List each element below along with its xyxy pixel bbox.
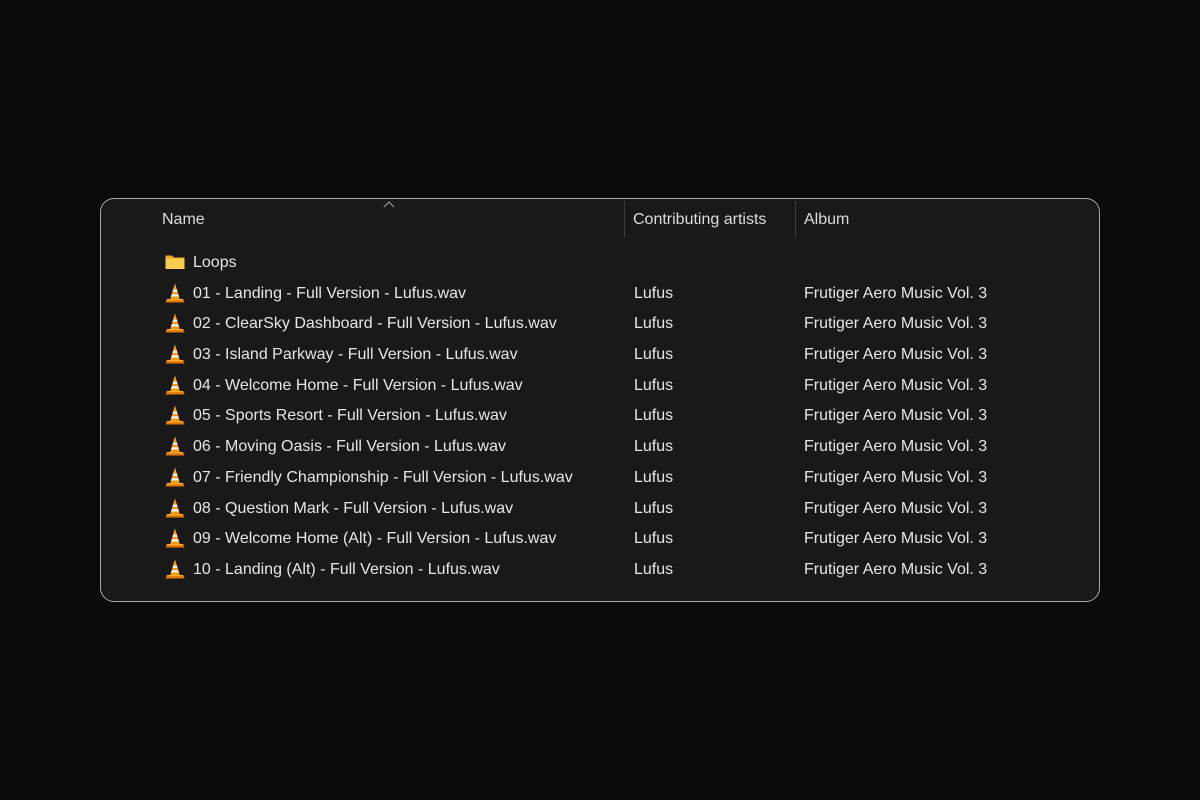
vlc-cone-icon — [165, 436, 185, 456]
column-divider[interactable] — [624, 201, 625, 237]
folder-name: Loops — [193, 254, 237, 271]
file-name: 02 - ClearSky Dashboard - Full Version -… — [193, 315, 557, 333]
file-row[interactable]: 02 - ClearSky Dashboard - Full Version -… — [101, 308, 1099, 339]
file-album: Frutiger Aero Music Vol. 3 — [804, 346, 988, 364]
column-divider[interactable] — [795, 201, 796, 237]
file-album: Frutiger Aero Music Vol. 3 — [804, 376, 988, 394]
file-row[interactable]: 08 - Question Mark - Full Version - Lufu… — [101, 493, 1099, 524]
file-row[interactable]: 10 - Landing (Alt) - Full Version - Lufu… — [101, 554, 1099, 585]
file-album: Frutiger Aero Music Vol. 3 — [804, 407, 988, 425]
file-contributing-artist: Lufus — [634, 315, 674, 333]
file-contributing-artist: Lufus — [634, 407, 674, 425]
file-contributing-artist: Lufus — [634, 560, 674, 578]
file-name: 10 - Landing (Alt) - Full Version - Lufu… — [193, 560, 500, 578]
file-contributing-artist: Lufus — [634, 438, 674, 456]
file-contributing-artist: Lufus — [634, 468, 674, 486]
file-contributing-artist: Lufus — [634, 346, 674, 364]
vlc-cone-icon — [165, 559, 185, 579]
file-name: 07 - Friendly Championship - Full Versio… — [193, 468, 573, 486]
file-name: 08 - Question Mark - Full Version - Lufu… — [193, 499, 514, 517]
file-row[interactable]: 07 - Friendly Championship - Full Versio… — [101, 462, 1099, 493]
file-name: 04 - Welcome Home - Full Version - Lufus… — [193, 376, 523, 394]
column-header-album[interactable]: Album — [804, 199, 1054, 239]
file-album: Frutiger Aero Music Vol. 3 — [804, 438, 988, 456]
folder-row[interactable]: Loops — [101, 247, 1099, 278]
file-name: 09 - Welcome Home (Alt) - Full Version -… — [193, 530, 557, 548]
file-list-panel: Name Contributing artists Album Loops 01… — [100, 198, 1100, 602]
vlc-cone-icon — [165, 344, 185, 364]
file-row[interactable]: 09 - Welcome Home (Alt) - Full Version -… — [101, 523, 1099, 554]
vlc-cone-icon — [165, 467, 185, 487]
file-name: 03 - Island Parkway - Full Version - Luf… — [193, 346, 518, 364]
vlc-cone-icon — [165, 498, 185, 517]
file-album: Frutiger Aero Music Vol. 3 — [804, 530, 988, 548]
file-row[interactable]: 01 - Landing - Full Version - Lufus.wav … — [101, 278, 1099, 309]
vlc-cone-icon — [165, 313, 185, 333]
file-album: Frutiger Aero Music Vol. 3 — [804, 284, 988, 302]
file-name: 01 - Landing - Full Version - Lufus.wav — [193, 284, 467, 302]
folder-icon — [165, 255, 185, 269]
file-name: 05 - Sports Resort - Full Version - Lufu… — [193, 407, 507, 425]
vlc-cone-icon — [165, 375, 185, 395]
file-album: Frutiger Aero Music Vol. 3 — [804, 468, 988, 486]
file-list: Loops 01 - Landing - Full Version - Lufu… — [101, 247, 1099, 585]
column-header-row: Name Contributing artists Album — [101, 199, 1099, 239]
chevron-up-icon — [383, 201, 395, 208]
file-row[interactable]: 03 - Island Parkway - Full Version - Luf… — [101, 339, 1099, 370]
vlc-cone-icon — [165, 283, 185, 303]
column-header-contributing-artists[interactable]: Contributing artists — [633, 199, 793, 239]
file-row[interactable]: 04 - Welcome Home - Full Version - Lufus… — [101, 370, 1099, 401]
file-row[interactable]: 06 - Moving Oasis - Full Version - Lufus… — [101, 431, 1099, 462]
vlc-cone-icon — [165, 528, 185, 548]
file-contributing-artist: Lufus — [634, 530, 674, 548]
file-album: Frutiger Aero Music Vol. 3 — [804, 315, 988, 333]
file-contributing-artist: Lufus — [634, 499, 674, 517]
file-row[interactable]: 05 - Sports Resort - Full Version - Lufu… — [101, 400, 1099, 431]
file-contributing-artist: Lufus — [634, 376, 674, 394]
file-album: Frutiger Aero Music Vol. 3 — [804, 560, 988, 578]
file-contributing-artist: Lufus — [634, 284, 674, 302]
vlc-cone-icon — [165, 405, 185, 425]
file-name: 06 - Moving Oasis - Full Version - Lufus… — [193, 438, 507, 456]
file-album: Frutiger Aero Music Vol. 3 — [804, 499, 988, 517]
